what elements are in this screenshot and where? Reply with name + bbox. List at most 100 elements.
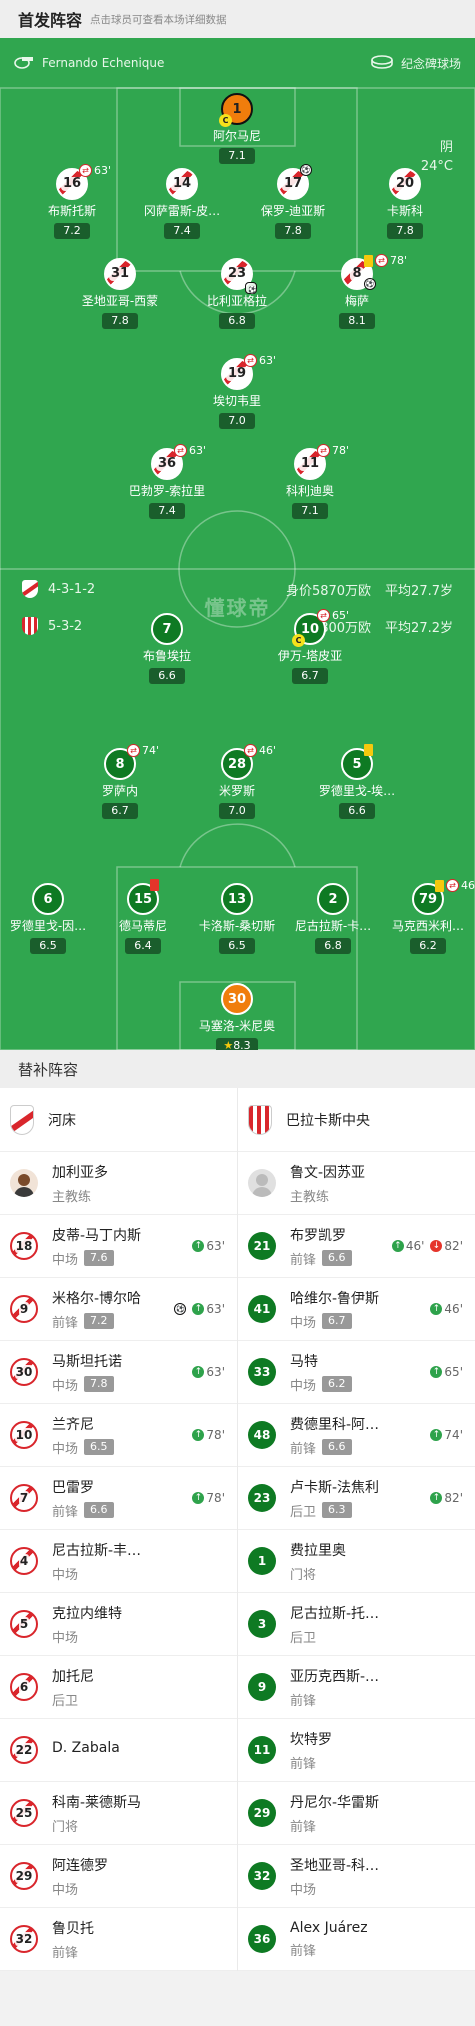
sub-out-minute: 63' — [94, 164, 112, 177]
sub-in-minute: 74' — [444, 1428, 463, 1442]
bench-player-number: 32 — [10, 1925, 38, 1953]
bench-player-row[interactable]: 9 亚历克西斯-… 前锋 — [238, 1656, 475, 1719]
bench-player-row[interactable]: 48 费德里科-阿… 前锋 6.6 ↑ 74' — [238, 1404, 475, 1467]
substitution-info: ↑ 46' ↓ 82' — [391, 1239, 463, 1253]
substitution-out-icon: ⇄ — [244, 744, 257, 757]
bench-player-rating: 6.7 — [322, 1313, 352, 1329]
sub-out-minute: 82' — [444, 1239, 463, 1253]
sub-in-arrow-icon: ↑ — [430, 1303, 443, 1315]
bench-player-row[interactable]: 23 卢卡斯-法焦利 后卫 6.3 ↑ 82' — [238, 1467, 475, 1530]
home-avg-age: 平均27.7岁 — [385, 583, 453, 599]
player-away[interactable]: 5 罗德里戈-埃… 6.6 — [302, 744, 412, 819]
player-rating: 7.4 — [164, 223, 200, 239]
sub-in: ↑ 46' — [391, 1239, 425, 1253]
substitution-info: ↑ 74' — [430, 1428, 463, 1442]
bench-player-row[interactable]: 1 费拉里奥 门将 — [238, 1530, 475, 1593]
player-away[interactable]: 8 ⇄ 74' 罗萨内 6.7 — [65, 744, 175, 819]
bench-player-row[interactable]: 11 坎特罗 前锋 — [238, 1719, 475, 1782]
bench-player-row[interactable]: 29 丹尼尔-华雷斯 前锋 — [238, 1782, 475, 1845]
bench-player-row[interactable]: 7 巴雷罗 前锋 6.6 ↑ 78' — [0, 1467, 237, 1530]
away-bench: 巴拉卡斯中央 鲁文-因苏亚 主教练 21 布罗凯罗 前锋 6.6 ↑ 46' ↓ 82' 41 哈… — [237, 1088, 475, 1971]
player-info: 尼古拉斯-托… 后卫 — [290, 1603, 379, 1646]
number-text: 29 — [14, 1869, 34, 1883]
bench-player-row[interactable]: 6 加托尼 后卫 — [0, 1656, 237, 1719]
bench-columns: 河床 加利亚多 主教练 18 皮蒂-马丁内斯 中场 7.6 ↑ 63' 9 米格尔-博尔哈 前锋… — [0, 1088, 475, 1971]
bench-player-row[interactable]: 41 哈维尔-鲁伊斯 中场 6.7 ↑ 46' — [238, 1278, 475, 1341]
bench-player-name: Alex Juárez — [290, 1919, 368, 1936]
bench-player-row[interactable]: 18 皮蒂-马丁内斯 中场 7.6 ↑ 63' — [0, 1215, 237, 1278]
player-number-badge: 31 — [104, 258, 136, 290]
substitution-out-icon: ⇄ — [244, 354, 257, 367]
player-home[interactable]: 14 冈萨雷斯-皮… 7.4 — [127, 168, 237, 239]
player-number: 15 — [133, 891, 153, 907]
player-number: 28 — [227, 756, 247, 772]
player-away[interactable]: 79⇄46'马克西米利…6.2 — [373, 879, 475, 954]
player-away[interactable]: 10 C ⇄ 65' 伊万-塔皮亚 6.7 — [255, 609, 365, 684]
coach-role: 主教练 — [52, 1189, 92, 1205]
rating-value: 7.1 — [301, 504, 319, 517]
player-home[interactable]: 17 ⚽ 保罗-迪亚斯 7.8 — [238, 164, 348, 239]
bench-player-number: 5 — [10, 1610, 38, 1638]
sub-out-minute: 74' — [142, 744, 160, 757]
away-team-name: 巴拉卡斯中央 — [286, 1112, 370, 1129]
rating-value: 6.2 — [419, 939, 437, 952]
bench-player-number: 32 — [248, 1862, 276, 1890]
goal-ball-icon: ⚽ — [300, 164, 312, 176]
player-home[interactable]: 31 圣地亚哥-西蒙 7.8 — [65, 258, 175, 329]
player-home[interactable]: 8 ⇄ 78' ⚽ 梅萨 8.1 — [302, 254, 412, 329]
player-name: 米罗斯 — [218, 784, 255, 798]
number-text: 11 — [253, 1743, 271, 1757]
player-home[interactable]: 36 ⇄ 63' 巴勃罗-索拉里 7.4 — [112, 444, 222, 519]
number-text: 6 — [18, 1680, 30, 1694]
player-away[interactable]: 30 马塞洛-米尼奥 ★8.3 — [182, 983, 292, 1050]
home-coach-row[interactable]: 加利亚多 主教练 — [0, 1152, 237, 1215]
player-rating: 7.0 — [219, 413, 255, 429]
bench-player-row[interactable]: 9 米格尔-博尔哈 前锋 7.2 ⚽ ↑ 63' — [0, 1278, 237, 1341]
player-home[interactable]: 23 ⚽ 比利亚格拉 6.8 — [182, 258, 292, 329]
bench-player-row[interactable]: 4 尼古拉斯-丰… 中场 — [0, 1530, 237, 1593]
bench-player-row[interactable]: 32 鲁贝托 前锋 — [0, 1908, 237, 1971]
bench-player-row[interactable]: 21 布罗凯罗 前锋 6.6 ↑ 46' ↓ 82' — [238, 1215, 475, 1278]
bench-player-row[interactable]: 22 D. Zabala — [0, 1719, 237, 1782]
away-team-row[interactable]: 巴拉卡斯中央 — [238, 1088, 475, 1152]
number-text: 5 — [18, 1617, 30, 1631]
bench-player-row[interactable]: 5 克拉内维特 中场 — [0, 1593, 237, 1656]
bench-player-position: 前锋 — [52, 1945, 79, 1961]
player-info: 坎特罗 前锋 — [290, 1729, 332, 1772]
away-coach-row[interactable]: 鲁文-因苏亚 主教练 — [238, 1152, 475, 1215]
bench-player-row[interactable]: 10 兰齐尼 中场 6.5 ↑ 78' — [0, 1404, 237, 1467]
player-rating: 8.1 — [339, 313, 375, 329]
bench-player-meta: 后卫 — [290, 1627, 379, 1646]
sub-in-minute: 82' — [444, 1491, 463, 1505]
sub-in: ↑ 78' — [192, 1491, 225, 1505]
player-away[interactable]: 13 卡洛斯-桑切斯 6.5 — [182, 883, 292, 954]
bench-player-number: 29 — [10, 1862, 38, 1890]
bench-player-row[interactable]: 29 阿连德罗 中场 — [0, 1845, 237, 1908]
player-number: 10 — [300, 621, 320, 637]
player-away[interactable]: 2 尼古拉斯-卡… 6.8 — [278, 883, 388, 954]
player-home[interactable]: 16 ⇄ 63' 布斯托斯 7.2 — [17, 164, 127, 239]
bench-player-meta: 前锋 — [290, 1816, 379, 1835]
bench-player-row[interactable]: 36 Alex Juárez 前锋 — [238, 1908, 475, 1971]
player-home[interactable]: 20 卡斯科 7.8 — [350, 168, 460, 239]
bench-player-meta: 中场 7.8 — [52, 1375, 122, 1394]
bench-player-name: 米格尔-博尔哈 — [52, 1290, 142, 1307]
bench-player-meta: 中场 — [52, 1564, 141, 1583]
bench-player-row[interactable]: 32 圣地亚哥-科… 中场 — [238, 1845, 475, 1908]
player-home[interactable]: 19 ⇄ 63' 埃切韦里 7.0 — [182, 354, 292, 429]
rating-value: 7.8 — [396, 224, 414, 237]
sub-out: ↓ 82' — [430, 1239, 463, 1253]
bench-player-row[interactable]: 30 马斯坦托诺 中场 7.8 ↑ 63' — [0, 1341, 237, 1404]
bench-player-row[interactable]: 33 马特 中场 6.2 ↑ 65' — [238, 1341, 475, 1404]
sub-in-minute: 46' — [405, 1239, 425, 1253]
sub-out-minute: 78' — [390, 254, 408, 267]
number-text: 41 — [253, 1302, 271, 1316]
bench-player-row[interactable]: 3 尼古拉斯-托… 后卫 — [238, 1593, 475, 1656]
player-home[interactable]: 1 C 阿尔马尼 7.1 — [182, 93, 292, 164]
player-away[interactable]: 28 ⇄ 46' 米罗斯 7.0 — [182, 744, 292, 819]
player-home[interactable]: 11 ⇄ 78' 科利迪奥 7.1 — [255, 444, 365, 519]
bench-player-row[interactable]: 25 科南-莱德斯马 门将 — [0, 1782, 237, 1845]
player-rating: 6.5 — [219, 938, 255, 954]
home-team-row[interactable]: 河床 — [0, 1088, 237, 1152]
player-away[interactable]: 7 布鲁埃拉 6.6 — [112, 613, 222, 684]
